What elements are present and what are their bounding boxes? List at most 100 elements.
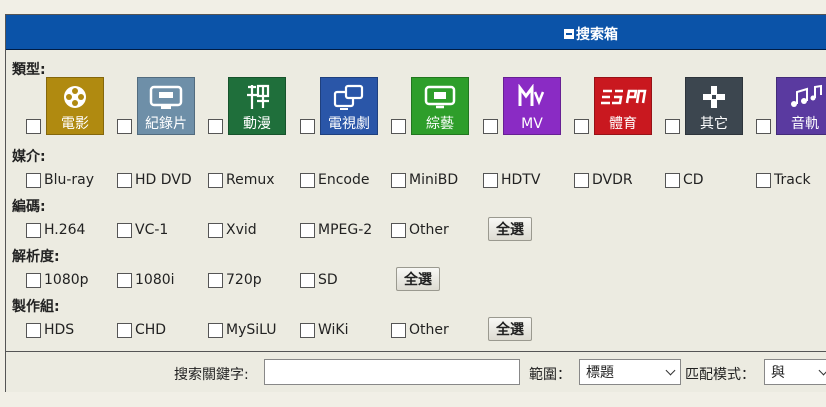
category-checkbox-variety[interactable] [391, 119, 406, 134]
checkbox[interactable] [26, 223, 41, 238]
group-option-chd[interactable]: CHD [117, 320, 166, 338]
checkbox[interactable] [26, 323, 41, 338]
match-mode-select[interactable]: 與 [764, 359, 826, 385]
checkbox[interactable] [208, 273, 223, 288]
category-checkbox-sports[interactable] [574, 119, 589, 134]
search-box-header[interactable]: 搜索箱 [6, 15, 826, 50]
option-label: 720p [226, 272, 262, 288]
bbc-tv-icon [149, 82, 183, 112]
media-option-remux[interactable]: Remux [208, 170, 275, 188]
chevron-down-icon [665, 365, 676, 376]
media-option-encode[interactable]: Encode [300, 170, 369, 188]
qi-tv-icon [423, 82, 457, 112]
category-checkbox-movie[interactable] [26, 119, 41, 134]
checkbox[interactable] [391, 173, 406, 188]
resolution-option-720p[interactable]: 720p [208, 270, 262, 288]
codec-option-mpeg2[interactable]: MPEG-2 [300, 220, 372, 238]
category-checkbox-other[interactable] [665, 119, 680, 134]
media-option-minibd[interactable]: MiniBD [391, 170, 458, 188]
checkbox[interactable] [26, 173, 41, 188]
checkbox[interactable] [117, 223, 132, 238]
checkbox[interactable] [300, 273, 315, 288]
checkbox[interactable] [208, 323, 223, 338]
checkbox[interactable] [300, 323, 315, 338]
checkbox[interactable] [756, 173, 771, 188]
category-checkbox-mv[interactable] [483, 119, 498, 134]
scope-selected-value: 標題 [586, 365, 614, 381]
option-label: HD DVD [135, 172, 192, 188]
media-option-cd[interactable]: CD [665, 170, 704, 188]
category-checkbox-audio[interactable] [756, 119, 771, 134]
category-label: 紀錄片 [145, 116, 187, 132]
category-sports[interactable]: 體育 [594, 77, 652, 135]
category-variety[interactable]: 綜藝 [411, 77, 469, 135]
category-tvseries[interactable]: 電視劇 [320, 77, 378, 135]
category-other[interactable]: 其它 [685, 77, 743, 135]
category-mv[interactable]: MV [503, 77, 561, 135]
group-option-hds[interactable]: HDS [26, 320, 74, 338]
category-documentary[interactable]: 紀錄片 [137, 77, 195, 135]
group-option-other[interactable]: Other [391, 320, 449, 338]
category-anime[interactable]: 動漫 [228, 77, 286, 135]
checkbox[interactable] [117, 173, 132, 188]
category-label: 其它 [700, 116, 728, 132]
espn-icon [599, 82, 647, 112]
category-label: 綜藝 [426, 116, 454, 132]
media-option-dvdr[interactable]: DVDR [574, 170, 633, 188]
codec-label: 編碼: [12, 199, 46, 215]
checkbox[interactable] [665, 173, 680, 188]
codec-option-h264[interactable]: H.264 [26, 220, 85, 238]
checkbox[interactable] [208, 223, 223, 238]
codec-option-vc1[interactable]: VC-1 [117, 220, 168, 238]
category-audio[interactable]: 音軌 [776, 77, 826, 135]
checkbox[interactable] [26, 273, 41, 288]
media-option-hddvd[interactable]: HD DVD [117, 170, 192, 188]
checkbox[interactable] [300, 173, 315, 188]
checkbox[interactable] [391, 223, 406, 238]
media-option-hdtv[interactable]: HDTV [483, 170, 540, 188]
category-checkbox-tvseries[interactable] [300, 119, 315, 134]
group-label: 製作組: [12, 299, 60, 315]
option-label: 1080i [135, 272, 175, 288]
checkbox[interactable] [300, 223, 315, 238]
category-checkbox-anime[interactable] [208, 119, 223, 134]
checkbox[interactable] [117, 273, 132, 288]
option-label: MPEG-2 [318, 222, 373, 238]
category-label: 電影 [61, 116, 89, 132]
scope-select[interactable]: 標題 [579, 359, 681, 385]
group-option-wiki[interactable]: WiKi [300, 320, 349, 338]
resolution-option-1080p[interactable]: 1080p [26, 270, 89, 288]
option-label: 1080p [44, 272, 89, 288]
codec-select-all-button[interactable]: 全選 [488, 217, 532, 241]
media-option-bluray[interactable]: Blu-ray [26, 170, 94, 188]
codec-option-other[interactable]: Other [391, 220, 449, 238]
category-label: 電視劇 [328, 116, 370, 132]
checkbox[interactable] [483, 173, 498, 188]
option-label: VC-1 [135, 222, 169, 238]
category-label: 動漫 [243, 116, 271, 132]
checkbox[interactable] [208, 173, 223, 188]
checkbox[interactable] [574, 173, 589, 188]
collapse-icon[interactable] [564, 29, 574, 39]
type-label: 類型: [12, 62, 46, 78]
resolution-option-1080i[interactable]: 1080i [117, 270, 175, 288]
category-checkbox-documentary[interactable] [117, 119, 132, 134]
resolution-option-sd[interactable]: SD [300, 270, 338, 288]
option-label: H.264 [44, 222, 86, 238]
resolution-select-all-button[interactable]: 全選 [396, 267, 440, 291]
film-reel-icon [62, 82, 88, 112]
option-label: DVDR [592, 172, 633, 188]
checkbox[interactable] [117, 323, 132, 338]
music-notes-icon [787, 82, 823, 112]
group-option-mysilu[interactable]: MySiLU [208, 320, 277, 338]
scope-label: 範圍： [529, 367, 571, 383]
search-keyword-input[interactable] [264, 359, 520, 385]
media-option-track[interactable]: Track [756, 170, 811, 188]
group-select-all-button[interactable]: 全選 [488, 317, 532, 341]
codec-option-xvid[interactable]: Xvid [208, 220, 257, 238]
checkbox[interactable] [391, 323, 406, 338]
category-label: MV [521, 116, 543, 132]
dpad-icon [701, 82, 727, 112]
match-mode-label: 匹配模式： [685, 367, 755, 383]
category-movie[interactable]: 電影 [46, 77, 104, 135]
